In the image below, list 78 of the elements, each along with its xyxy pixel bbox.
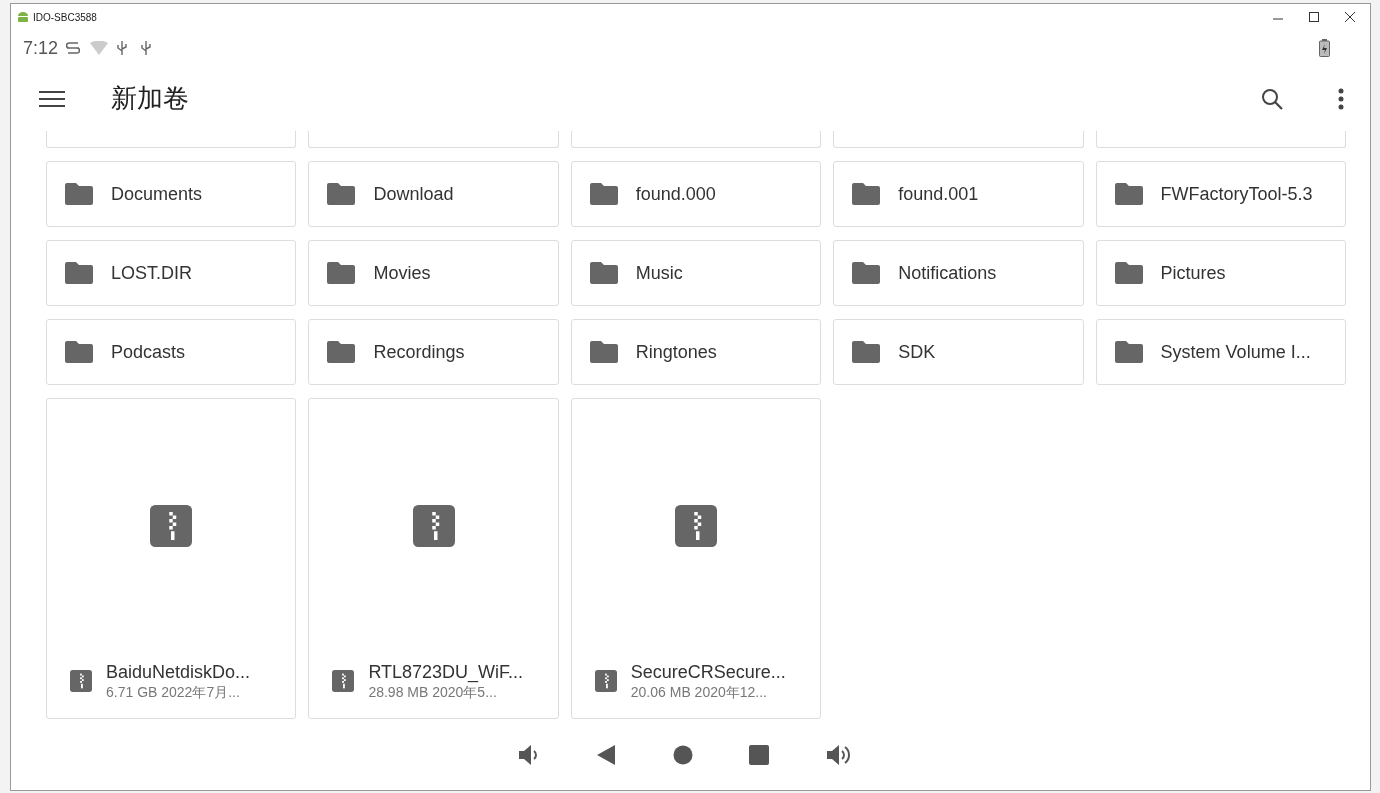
folder-name: Movies <box>373 261 431 285</box>
folder-name: Music <box>635 261 683 285</box>
file-name: BaiduNetdiskDo... <box>106 661 251 683</box>
usb-icon <box>116 40 129 56</box>
battery-charging-icon <box>1319 39 1330 57</box>
folder-icon <box>327 262 356 284</box>
folder-icon <box>852 183 881 205</box>
folder-icon <box>1114 341 1143 363</box>
file-name: SecureCRSecure... <box>630 661 786 683</box>
folder-card[interactable]: Recordings <box>308 319 559 385</box>
folder-card[interactable]: Download <box>308 161 559 227</box>
file-card[interactable]: BaiduNetdiskDo... 6.71 GB 2022年7月... <box>46 398 297 719</box>
home-icon[interactable] <box>672 744 693 765</box>
folder-name: found.000 <box>635 182 716 206</box>
folder-name: Download <box>373 182 454 206</box>
folder-card[interactable]: found.000 <box>570 161 822 227</box>
folder-name: Recordings <box>373 340 465 364</box>
maximize-icon[interactable] <box>1308 11 1320 23</box>
folder-card[interactable]: Music <box>570 240 822 306</box>
folder-icon <box>852 262 881 284</box>
folder-icon <box>327 183 356 205</box>
folder-name: Ringtones <box>635 340 717 364</box>
folder-card[interactable]: LOST.DIR <box>46 240 297 306</box>
archive-icon <box>70 670 92 692</box>
volume-down-icon[interactable] <box>516 743 539 766</box>
folder-name: Pictures <box>1160 261 1226 285</box>
folder-name: found.001 <box>898 182 979 206</box>
folder-card[interactable]: Ringtones <box>570 319 822 385</box>
folder-name: LOST.DIR <box>111 261 193 285</box>
search-icon[interactable] <box>1260 86 1284 111</box>
folder-card[interactable]: Podcasts <box>46 319 297 385</box>
menu-icon[interactable] <box>39 89 65 108</box>
window-title: IDO-SBC3588 <box>33 10 97 25</box>
folder-card[interactable]: SDK <box>833 319 1084 385</box>
folder-name: System Volume I... <box>1160 340 1311 364</box>
folder-icon <box>65 183 93 205</box>
folder-icon <box>852 341 881 363</box>
folder-icon <box>327 341 356 363</box>
folder-card[interactable]: Pictures <box>1095 240 1346 306</box>
folder-name: Documents <box>111 182 203 206</box>
archive-icon <box>675 504 717 547</box>
folder-icon <box>589 341 618 363</box>
android-icon <box>17 10 29 24</box>
archive-icon <box>150 504 193 547</box>
usb-icon <box>140 40 153 56</box>
more-options-icon[interactable] <box>1338 87 1344 110</box>
file-details: 28.98 MB 2020年5... <box>368 683 498 701</box>
archive-icon <box>594 670 617 692</box>
close-icon[interactable] <box>1344 11 1356 23</box>
folder-name: Notifications <box>898 261 997 285</box>
folder-icon <box>589 262 618 284</box>
folder-card[interactable]: Notifications <box>833 240 1084 306</box>
wifi-icon <box>90 41 109 55</box>
volume-up-icon[interactable] <box>824 743 851 766</box>
folder-icon <box>1114 183 1143 205</box>
folder-name: FWFactoryTool-5.3 <box>1160 182 1313 206</box>
folder-card[interactable]: FWFactoryTool-5.3 <box>1095 161 1346 227</box>
folder-icon <box>65 262 93 284</box>
app-title: 新加卷 <box>111 82 189 115</box>
folder-card[interactable]: Movies <box>308 240 559 306</box>
file-card[interactable]: RTL8723DU_WiF... 28.98 MB 2020年5... <box>308 398 559 719</box>
file-name: RTL8723DU_WiF... <box>368 661 524 683</box>
file-details: 20.06 MB 2020年12... <box>630 683 768 701</box>
folder-card[interactable]: System Volume I... <box>1095 319 1346 385</box>
file-details: 6.71 GB 2022年7月... <box>106 683 241 701</box>
folder-icon <box>589 183 618 205</box>
folder-card[interactable]: Documents <box>46 161 297 227</box>
folder-name: Podcasts <box>111 340 186 364</box>
folder-icon <box>1114 262 1143 284</box>
folder-card[interactable]: found.001 <box>833 161 1084 227</box>
archive-icon <box>412 504 455 547</box>
file-card[interactable]: SecureCRSecure... 20.06 MB 2020年12... <box>570 398 822 719</box>
status-time: 7:12 <box>23 36 59 60</box>
sync-icon <box>66 40 81 56</box>
folder-name: SDK <box>898 340 936 364</box>
archive-icon <box>332 670 355 692</box>
recents-icon[interactable] <box>748 744 769 765</box>
folder-icon <box>65 341 93 363</box>
